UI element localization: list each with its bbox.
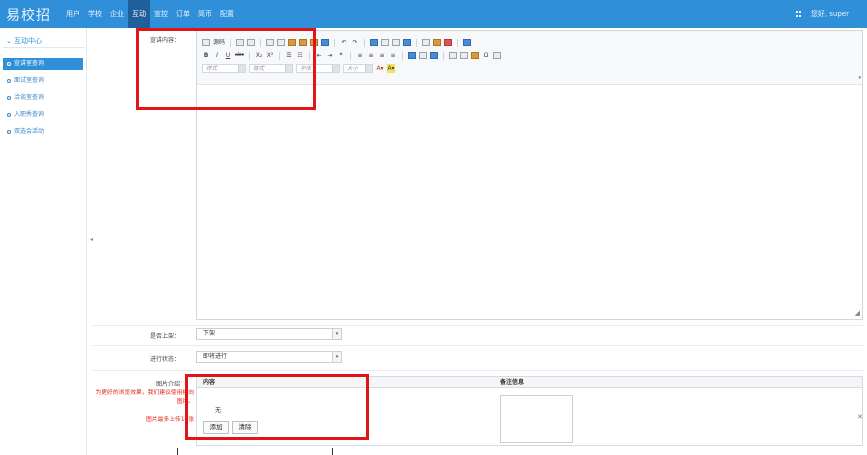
chevron-down-icon [365, 65, 372, 72]
sidebar-collapse-icon[interactable]: ◂ [90, 236, 93, 243]
top-navigation-bar: 易校招 用户 学校 企业 互动 宣控 订单 简币 配置 您好, super [0, 0, 867, 28]
align-justify-icon[interactable]: ≡ [389, 51, 397, 60]
sidebar-section-title: 互动中心 [14, 37, 42, 45]
online-label: 是否上架： [149, 333, 180, 340]
sidebar-item-interview-room[interactable]: 面试室查询 [3, 75, 83, 87]
select-all-icon[interactable] [392, 39, 401, 46]
editor-scroll-icon[interactable]: ▾ [858, 75, 861, 81]
nav-item-orders[interactable]: 订单 [172, 0, 194, 28]
close-icon[interactable]: ✕ [857, 413, 863, 421]
flash-icon[interactable] [444, 39, 453, 46]
nav-item-companies[interactable]: 企业 [106, 0, 128, 28]
highlight-box-editor [136, 28, 316, 110]
column-header-remark: 备注信息 [500, 379, 525, 386]
image-hint: 为更好的浏览效果，我们建议使用横向图片。 [95, 390, 194, 405]
spellcheck-icon[interactable] [422, 39, 431, 46]
sidebar-item-briefing-room[interactable]: 宣讲室查询 [3, 58, 83, 70]
sidebar-item-label: 入职秀查询 [14, 111, 45, 118]
chevron-down-icon: ▾ [332, 352, 341, 362]
sidebar-item-label: 洽谈室查询 [14, 94, 45, 101]
nav-item-coins[interactable]: 简币 [194, 0, 216, 28]
apps-grid-icon[interactable] [796, 11, 802, 17]
nav-item-users[interactable]: 用户 [62, 0, 84, 28]
circle-bullet-icon [7, 112, 11, 117]
nav-item-schools[interactable]: 学校 [84, 0, 106, 28]
indent-icon[interactable]: ⇥ [326, 51, 334, 60]
image-icon[interactable] [433, 39, 442, 46]
divider [92, 325, 863, 326]
align-left-icon[interactable]: ≡ [356, 51, 364, 60]
status-select[interactable]: 即将进行 ▾ [196, 351, 342, 363]
sidebar-item-label: 面试室查询 [14, 77, 45, 84]
highlight-box-image [185, 374, 369, 440]
special-char-icon[interactable]: Ω [482, 51, 490, 60]
anchor-icon[interactable] [430, 52, 438, 59]
page-break-icon[interactable] [493, 52, 501, 59]
chevron-down-icon [332, 65, 339, 72]
image-label: 图片介绍 [155, 381, 180, 388]
replace-icon[interactable] [381, 39, 390, 46]
outdent-icon[interactable]: ⇤ [315, 51, 323, 60]
main-nav: 用户 学校 企业 互动 宣控 订单 简币 配置 [62, 0, 238, 28]
sidebar-item-job-fair[interactable]: 双选会活动 [3, 126, 83, 138]
image-limit-hint: 图片最多上传10张 [146, 417, 194, 423]
find-icon[interactable] [370, 39, 379, 46]
chevron-down-icon: ⌄ [6, 37, 12, 45]
circle-bullet-icon [7, 95, 11, 100]
undo-icon[interactable]: ↶ [340, 38, 348, 47]
user-greeting[interactable]: 您好, super [811, 0, 849, 28]
app-logo[interactable]: 易校招 [6, 5, 51, 25]
circle-bullet-icon [7, 78, 11, 83]
redo-icon[interactable]: ↷ [351, 38, 359, 47]
table-icon[interactable] [449, 52, 457, 59]
sidebar-item-onboarding-show[interactable]: 入职秀查询 [3, 109, 83, 121]
remark-textarea[interactable] [500, 395, 573, 443]
online-select[interactable]: 下架 ▾ [196, 328, 342, 340]
smiley-icon[interactable] [471, 52, 479, 59]
circle-bullet-icon [7, 61, 11, 66]
divider [92, 345, 863, 346]
align-right-icon[interactable]: ≡ [378, 51, 386, 60]
circle-bullet-icon [7, 129, 11, 134]
remove-format-icon[interactable] [403, 39, 412, 46]
sidebar-item-label: 宣讲室查询 [14, 60, 45, 67]
sidebar: ⌄ 互动中心 宣讲室查询 面试室查询 洽谈室查询 入职秀查询 双选会活动 [0, 28, 87, 455]
align-center-icon[interactable]: ≡ [367, 51, 375, 60]
online-select-value: 下架 [203, 330, 216, 337]
size-select-label: 大小 [347, 66, 359, 72]
chevron-down-icon: ▾ [332, 329, 341, 339]
sidebar-section-header[interactable]: ⌄ 互动中心 [3, 34, 85, 48]
nav-item-interaction[interactable]: 互动 [128, 0, 150, 28]
link-icon[interactable] [408, 52, 416, 59]
nav-item-config[interactable]: 配置 [216, 0, 238, 28]
background-color-icon[interactable]: A▾ [387, 64, 395, 73]
nav-item-promotion[interactable]: 宣控 [150, 0, 172, 28]
status-label: 进行状态： [149, 356, 180, 363]
mark-line [332, 448, 333, 455]
blockquote-icon[interactable]: ❝ [337, 51, 345, 60]
size-select[interactable]: 大小 [343, 64, 373, 73]
unlink-icon[interactable] [419, 52, 427, 59]
mark-line [177, 448, 178, 455]
sidebar-item-label: 双选会活动 [14, 128, 45, 135]
horizontal-rule-icon[interactable] [460, 52, 468, 59]
text-color-icon[interactable]: A▾ [376, 64, 384, 73]
sidebar-item-meeting-room[interactable]: 洽谈室查询 [3, 92, 83, 104]
maximize-icon[interactable] [463, 39, 472, 46]
status-select-value: 即将进行 [203, 353, 228, 360]
resize-grip-icon[interactable]: ◢ [855, 309, 860, 317]
print-icon[interactable] [321, 39, 330, 46]
divider [92, 370, 863, 371]
